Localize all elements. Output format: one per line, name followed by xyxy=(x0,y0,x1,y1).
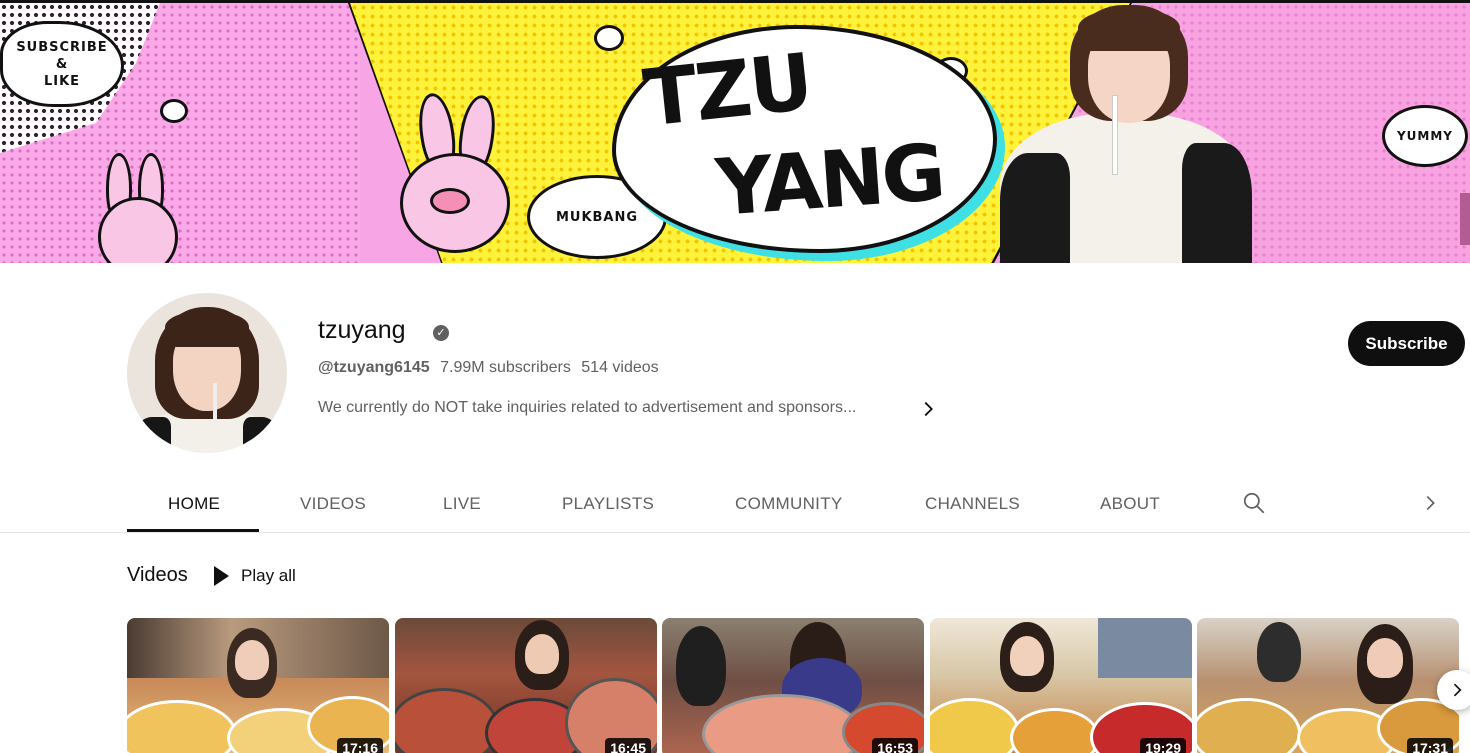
play-all-label: Play all xyxy=(241,566,296,585)
video-count: 514 videos xyxy=(581,359,659,376)
subscribe-like-bubble: SUBSCRIBE & LIKE xyxy=(0,21,124,107)
channel-description[interactable]: We currently do NOT take inquiries relat… xyxy=(318,399,856,417)
banner-title-line1: TZU xyxy=(639,37,816,145)
bunny-left-illustration xyxy=(98,153,188,263)
video-thumbnail[interactable]: 16:45 xyxy=(395,618,657,753)
banner-title-line2: YANG xyxy=(713,128,946,234)
carousel-next-button[interactable] xyxy=(1437,670,1470,710)
search-icon[interactable] xyxy=(1241,490,1267,516)
subscriber-count: 7.99M subscribers xyxy=(440,359,571,376)
tzuyang-title-cloud: TZU YANG xyxy=(612,25,997,253)
banner-edge-tab xyxy=(1460,193,1470,245)
chevron-right-icon xyxy=(1453,683,1462,697)
channel-meta: @tzuyang6145 7.99M subscribers 514 video… xyxy=(318,359,665,377)
video-duration: 17:16 xyxy=(337,738,383,753)
video-duration: 19:29 xyxy=(1140,738,1186,753)
section-title: Videos xyxy=(127,564,188,586)
channel-banner: SUBSCRIBE & LIKE MUKBANG TZU YANG YUMMY xyxy=(0,0,1470,263)
play-icon xyxy=(214,566,229,586)
tab-playlists[interactable]: PLAYLISTS xyxy=(562,494,654,514)
bunny-center-illustration xyxy=(390,91,530,263)
subscribe-button[interactable]: Subscribe xyxy=(1348,321,1465,366)
channel-avatar[interactable] xyxy=(127,293,287,453)
chevron-right-icon[interactable] xyxy=(1419,492,1441,514)
video-thumbnail[interactable]: 17:16 xyxy=(127,618,389,753)
puff-cloud xyxy=(594,25,624,51)
video-thumbnail[interactable]: 16:53 xyxy=(662,618,924,753)
yummy-bubble: YUMMY xyxy=(1382,105,1468,167)
video-thumbnail[interactable]: 17:31 xyxy=(1197,618,1459,753)
banner-portrait xyxy=(1000,3,1260,263)
video-duration: 16:53 xyxy=(872,738,918,753)
tabs-divider xyxy=(0,532,1470,533)
tab-about[interactable]: ABOUT xyxy=(1100,494,1160,514)
tab-videos[interactable]: VIDEOS xyxy=(300,494,366,514)
chevron-right-icon[interactable] xyxy=(917,398,939,420)
tab-live[interactable]: LIVE xyxy=(443,494,481,514)
verified-check-icon: ✓ xyxy=(433,325,449,341)
tab-channels[interactable]: CHANNELS xyxy=(925,494,1020,514)
tab-community[interactable]: COMMUNITY xyxy=(735,494,843,514)
play-all-button[interactable]: Play all xyxy=(214,563,296,589)
channel-name: tzuyang xyxy=(318,316,406,344)
tab-home[interactable]: HOME xyxy=(168,494,220,514)
video-thumbnail[interactable]: 19:29 xyxy=(930,618,1192,753)
channel-handle: @tzuyang6145 xyxy=(318,359,430,376)
video-duration: 17:31 xyxy=(1407,738,1453,753)
channel-tabs: HOME VIDEOS LIVE PLAYLISTS COMMUNITY CHA… xyxy=(127,478,1470,533)
puff-cloud xyxy=(160,99,188,123)
video-duration: 16:45 xyxy=(605,738,651,753)
